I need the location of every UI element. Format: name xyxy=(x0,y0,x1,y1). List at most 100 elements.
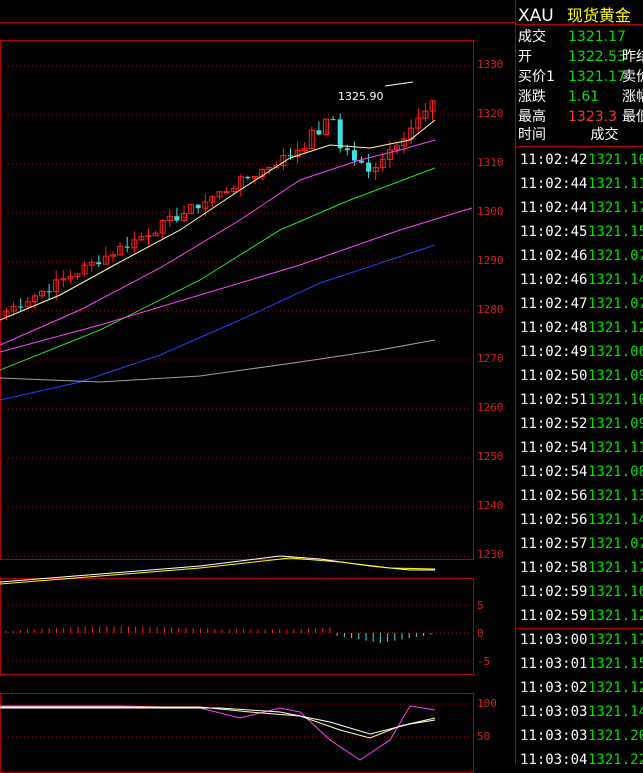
tick-time: 11:02:51 xyxy=(520,392,588,408)
tick-row: 11:02:441321.17 xyxy=(520,200,643,216)
candle-body xyxy=(195,204,201,209)
candle-body xyxy=(359,160,364,163)
tick-time: 11:02:42 xyxy=(520,152,588,168)
macd-axis-label: -5 xyxy=(477,655,491,668)
candle-body xyxy=(174,216,180,221)
quote-row: 最高 1323.3 最低 xyxy=(518,106,643,126)
macd-axis-label: 0 xyxy=(477,627,484,640)
price-axis-label: 1290 xyxy=(477,254,504,267)
quote-value: 1321.17 xyxy=(568,69,626,85)
quote-label: 买价1 xyxy=(518,69,555,85)
tick-price: 1321.13 xyxy=(588,488,643,504)
quote-value: 1323.3 xyxy=(568,109,617,125)
tick-time: 11:03:02 xyxy=(520,680,588,696)
macd-axis-label: 5 xyxy=(477,599,484,612)
tick-price: 1321.10 xyxy=(588,152,643,168)
tick-price: 1321.17 xyxy=(588,200,643,216)
kdj-axis-label: 50 xyxy=(477,730,491,743)
candle-body xyxy=(316,130,322,135)
tick-row: 11:03:001321.17 xyxy=(520,632,643,648)
ma20-line xyxy=(0,167,436,371)
candle-body xyxy=(366,162,372,172)
price-axis-label: 1250 xyxy=(477,450,504,463)
candlestick-chart[interactable] xyxy=(0,0,515,764)
tick-time: 11:02:46 xyxy=(520,272,588,288)
price-axis-label: 1270 xyxy=(477,352,504,365)
quote-extra-label: 最低 xyxy=(622,109,643,125)
tick-time: 11:02:59 xyxy=(520,608,588,624)
tick-price: 1321.14 xyxy=(588,704,643,720)
tick-time: 11:02:59 xyxy=(520,584,588,600)
tick-price: 1321.11 xyxy=(588,440,643,456)
candle-body xyxy=(288,155,293,157)
candle-body xyxy=(330,119,336,121)
tick-row: 11:02:441321.11 xyxy=(520,176,643,192)
quote-extra-label: 涨幅 xyxy=(622,89,643,105)
ma60-line xyxy=(0,244,436,401)
tick-time: 11:02:44 xyxy=(520,200,588,216)
tick-row: 11:02:571321.07 xyxy=(520,536,643,552)
tick-row: 11:02:591321.16 xyxy=(520,584,643,600)
tick-time: 11:02:52 xyxy=(520,416,588,432)
quote-row: 开 1322.53昨结 xyxy=(518,46,643,66)
tick-price: 1321.07 xyxy=(588,536,643,552)
tick-price: 1321.07 xyxy=(588,296,643,312)
candle-body xyxy=(223,191,230,194)
quote-divider-low xyxy=(516,628,643,629)
tick-price: 1321.12 xyxy=(588,320,643,336)
tick-time: 11:02:57 xyxy=(520,536,588,552)
tick-header-time: 时间 xyxy=(518,127,546,143)
tick-time: 11:02:47 xyxy=(520,296,588,312)
tick-price: 1321.17 xyxy=(588,632,643,648)
tick-row: 11:02:461321.14 xyxy=(520,272,643,288)
candle-body xyxy=(245,176,251,179)
tick-time: 11:02:44 xyxy=(520,176,588,192)
price-axis-label: 1310 xyxy=(477,156,504,169)
tick-price: 1321.14 xyxy=(588,512,643,528)
macd-dif-line xyxy=(0,555,435,583)
tick-time: 11:02:50 xyxy=(520,368,588,384)
candle-body xyxy=(124,246,130,248)
tick-time: 11:02:56 xyxy=(520,488,588,504)
quote-row: 成交 1321.17 xyxy=(518,26,626,46)
tick-row: 11:03:031321.20 xyxy=(520,728,643,744)
quote-value: 1321.17 xyxy=(568,29,626,45)
tick-time: 11:02:48 xyxy=(520,320,588,336)
price-axis-label: 1280 xyxy=(477,303,504,316)
tick-price: 1321.09 xyxy=(588,416,643,432)
tick-row: 11:02:471321.07 xyxy=(520,296,643,312)
tick-price: 1321.16 xyxy=(588,584,643,600)
tick-row: 11:02:521321.09 xyxy=(520,416,643,432)
tick-row: 11:02:461321.07 xyxy=(520,248,643,264)
tick-price: 1321.15 xyxy=(588,224,643,240)
symbol-header: XAU 现货黄金 xyxy=(518,2,631,26)
candle-body xyxy=(46,291,52,293)
quote-row: 涨跌 1.61 涨幅 xyxy=(518,86,643,106)
tick-row: 11:02:591321.12 xyxy=(520,608,643,624)
tick-time: 11:02:58 xyxy=(520,560,588,576)
tick-row: 11:03:031321.14 xyxy=(520,704,643,720)
tick-time: 11:02:49 xyxy=(520,344,588,360)
quote-label: 开 xyxy=(518,49,532,65)
candle-body xyxy=(351,150,357,161)
tick-price: 1321.22 xyxy=(588,752,643,764)
tick-price: 1321.11 xyxy=(588,176,643,192)
price-axis-label: 1320 xyxy=(477,107,504,120)
kdj-axis-label: 100 xyxy=(477,697,497,710)
tick-price: 1321.15 xyxy=(588,656,643,672)
tick-row: 11:02:561321.13 xyxy=(520,488,643,504)
tick-row: 11:02:451321.15 xyxy=(520,224,643,240)
tick-header-price: 成交 xyxy=(590,127,619,143)
tick-time: 11:02:45 xyxy=(520,224,588,240)
quote-value: 1322.53 xyxy=(568,49,626,65)
tick-time: 11:03:04 xyxy=(520,752,588,764)
tick-price: 1321.10 xyxy=(588,392,643,408)
tick-time: 11:03:03 xyxy=(520,704,588,720)
tick-row: 11:03:011321.15 xyxy=(520,656,643,672)
tick-row: 11:02:481321.12 xyxy=(520,320,643,336)
tick-price: 1321.17 xyxy=(588,560,643,576)
tick-price: 1321.07 xyxy=(588,248,643,264)
quote-value: 1.61 xyxy=(568,89,600,105)
tick-time: 11:03:01 xyxy=(520,656,588,672)
tick-price: 1321.14 xyxy=(588,272,643,288)
